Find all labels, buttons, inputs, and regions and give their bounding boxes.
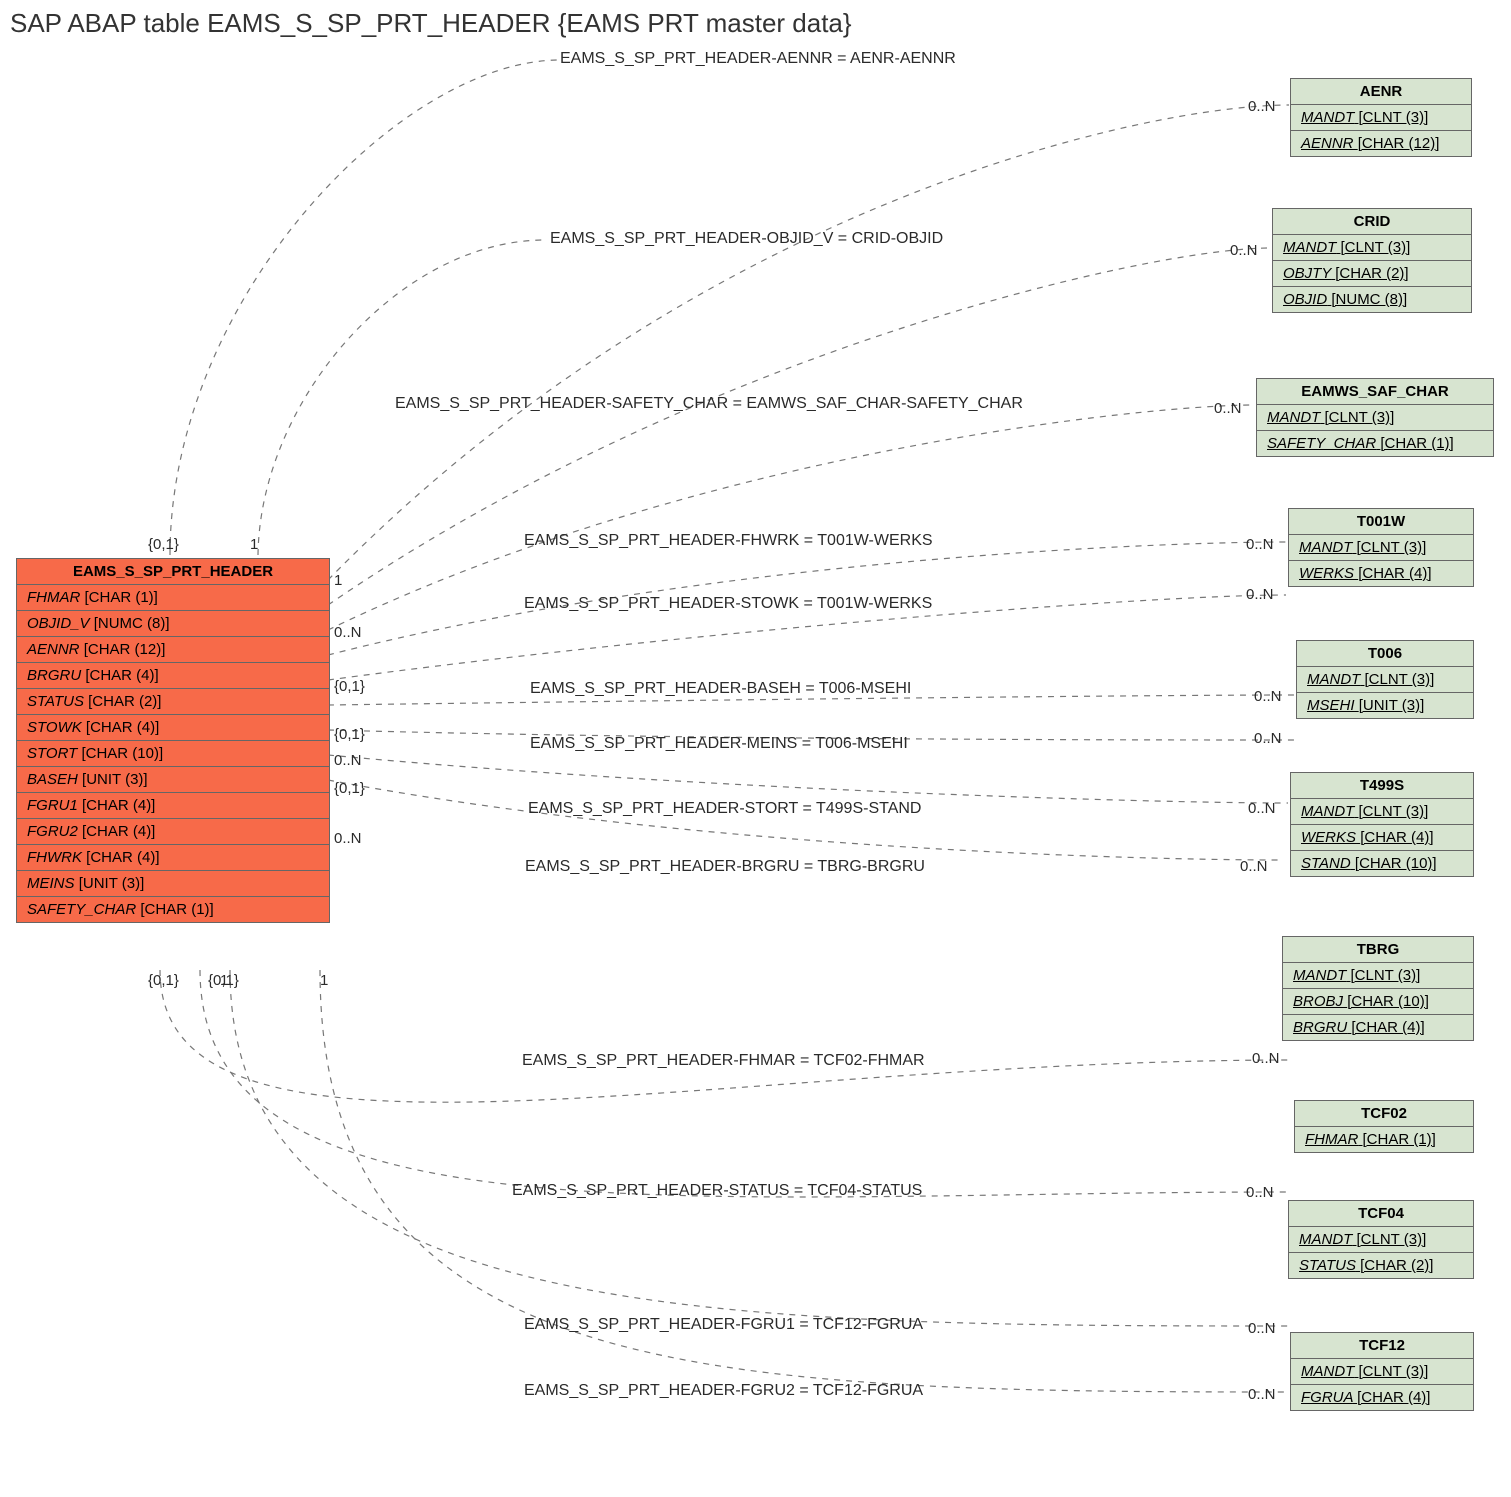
cardinality: 1 — [320, 972, 328, 989]
page-title: SAP ABAP table EAMS_S_SP_PRT_HEADER {EAM… — [10, 8, 852, 39]
table-field: BROBJ [CHAR (10)] — [1283, 989, 1473, 1015]
table-field: AENNR [CHAR (12)] — [1291, 131, 1471, 156]
table-field: MANDT [CLNT (3)] — [1289, 1227, 1473, 1253]
relation-label: EAMS_S_SP_PRT_HEADER-STATUS = TCF04-STAT… — [512, 1182, 922, 1200]
relation-label: EAMS_S_SP_PRT_HEADER-STOWK = T001W-WERKS — [524, 595, 932, 613]
relation-label: EAMS_S_SP_PRT_HEADER-MEINS = T006-MSEHI — [530, 735, 908, 753]
table-field: SAFETY_CHAR [CHAR (1)] — [1257, 431, 1493, 456]
table-field: MEINS [UNIT (3)] — [17, 871, 329, 897]
ref-table-header: TBRG — [1283, 937, 1473, 963]
table-field: FHMAR [CHAR (1)] — [1295, 1127, 1473, 1152]
relation-label: EAMS_S_SP_PRT_HEADER-FGRU2 = TCF12-FGRUA — [524, 1382, 923, 1400]
relation-label: EAMS_S_SP_PRT_HEADER-FGRU1 = TCF12-FGRUA — [524, 1316, 923, 1334]
ref-table-aenr: AENR MANDT [CLNT (3)] AENNR [CHAR (12)] — [1290, 78, 1472, 157]
ref-table-header: TCF04 — [1289, 1201, 1473, 1227]
ref-table-t001w: T001W MANDT [CLNT (3)] WERKS [CHAR (4)] — [1288, 508, 1474, 587]
relation-label: EAMS_S_SP_PRT_HEADER-OBJID_V = CRID-OBJI… — [550, 230, 943, 248]
cardinality: 0..N — [1246, 1184, 1274, 1201]
relation-label: EAMS_S_SP_PRT_HEADER-BRGRU = TBRG-BRGRU — [525, 858, 925, 876]
cardinality: 0..N — [1246, 536, 1274, 553]
relation-label: EAMS_S_SP_PRT_HEADER-BASEH = T006-MSEHI — [530, 680, 911, 698]
table-field: MANDT [CLNT (3)] — [1291, 799, 1473, 825]
relation-label: EAMS_S_SP_PRT_HEADER-FHWRK = T001W-WERKS — [524, 532, 933, 550]
relation-label: EAMS_S_SP_PRT_HEADER-SAFETY_CHAR = EAMWS… — [395, 395, 1023, 413]
cardinality: 0..N — [1248, 1320, 1276, 1337]
ref-table-eamws-saf-char: EAMWS_SAF_CHAR MANDT [CLNT (3)] SAFETY_C… — [1256, 378, 1494, 457]
table-field: STOWK [CHAR (4)] — [17, 715, 329, 741]
cardinality: 0..N — [1254, 688, 1282, 705]
ref-table-header: TCF12 — [1291, 1333, 1473, 1359]
table-field: OBJID [NUMC (8)] — [1273, 287, 1471, 312]
table-field: STORT [CHAR (10)] — [17, 741, 329, 767]
ref-table-tcf02: TCF02 FHMAR [CHAR (1)] — [1294, 1100, 1474, 1153]
table-field: FHWRK [CHAR (4)] — [17, 845, 329, 871]
table-field: MANDT [CLNT (3)] — [1273, 235, 1471, 261]
table-field: FGRUA [CHAR (4)] — [1291, 1385, 1473, 1410]
cardinality: {0,1} — [334, 726, 365, 743]
table-field: MANDT [CLNT (3)] — [1297, 667, 1473, 693]
cardinality: {0,1} — [334, 780, 365, 797]
cardinality: 1 — [220, 972, 228, 989]
cardinality: 0..N — [1248, 98, 1276, 115]
table-field: BRGRU [CHAR (4)] — [17, 663, 329, 689]
ref-table-header: TCF02 — [1295, 1101, 1473, 1127]
ref-table-header: EAMWS_SAF_CHAR — [1257, 379, 1493, 405]
table-field: MANDT [CLNT (3)] — [1291, 105, 1471, 131]
table-field: OBJTY [CHAR (2)] — [1273, 261, 1471, 287]
relation-label: EAMS_S_SP_PRT_HEADER-FHMAR = TCF02-FHMAR — [522, 1052, 925, 1070]
table-field: OBJID_V [NUMC (8)] — [17, 611, 329, 637]
cardinality: {0,1} — [148, 536, 179, 553]
ref-table-crid: CRID MANDT [CLNT (3)] OBJTY [CHAR (2)] O… — [1272, 208, 1472, 313]
table-field: MANDT [CLNT (3)] — [1289, 535, 1473, 561]
table-field: WERKS [CHAR (4)] — [1291, 825, 1473, 851]
table-field: MSEHI [UNIT (3)] — [1297, 693, 1473, 718]
main-table-header: EAMS_S_SP_PRT_HEADER — [17, 559, 329, 585]
cardinality: 0..N — [334, 752, 362, 769]
table-field: STAND [CHAR (10)] — [1291, 851, 1473, 876]
cardinality: 0..N — [334, 624, 362, 641]
cardinality: 0..N — [1254, 730, 1282, 747]
ref-table-header: T001W — [1289, 509, 1473, 535]
table-field: FGRU1 [CHAR (4)] — [17, 793, 329, 819]
ref-table-t006: T006 MANDT [CLNT (3)] MSEHI [UNIT (3)] — [1296, 640, 1474, 719]
cardinality: 0..N — [1240, 858, 1268, 875]
cardinality: {0,1} — [334, 678, 365, 695]
cardinality: 0..N — [334, 830, 362, 847]
cardinality: 0..N — [1246, 586, 1274, 603]
table-field: MANDT [CLNT (3)] — [1283, 963, 1473, 989]
ref-table-tcf04: TCF04 MANDT [CLNT (3)] STATUS [CHAR (2)] — [1288, 1200, 1474, 1279]
table-field: MANDT [CLNT (3)] — [1257, 405, 1493, 431]
table-field: STATUS [CHAR (2)] — [17, 689, 329, 715]
cardinality: 0..N — [1252, 1050, 1280, 1067]
table-field: STATUS [CHAR (2)] — [1289, 1253, 1473, 1278]
table-field: SAFETY_CHAR [CHAR (1)] — [17, 897, 329, 922]
ref-table-t499s: T499S MANDT [CLNT (3)] WERKS [CHAR (4)] … — [1290, 772, 1474, 877]
ref-table-header: AENR — [1291, 79, 1471, 105]
table-field: MANDT [CLNT (3)] — [1291, 1359, 1473, 1385]
cardinality: 0..N — [1230, 242, 1258, 259]
ref-table-header: CRID — [1273, 209, 1471, 235]
cardinality: {0,1} — [148, 972, 179, 989]
cardinality: 0..N — [1248, 800, 1276, 817]
relation-label: EAMS_S_SP_PRT_HEADER-AENNR = AENR-AENNR — [560, 50, 956, 68]
table-field: WERKS [CHAR (4)] — [1289, 561, 1473, 586]
ref-table-header: T499S — [1291, 773, 1473, 799]
ref-table-tbrg: TBRG MANDT [CLNT (3)] BROBJ [CHAR (10)] … — [1282, 936, 1474, 1041]
ref-table-tcf12: TCF12 MANDT [CLNT (3)] FGRUA [CHAR (4)] — [1290, 1332, 1474, 1411]
table-field: FGRU2 [CHAR (4)] — [17, 819, 329, 845]
cardinality: 0..N — [1214, 400, 1242, 417]
main-table: EAMS_S_SP_PRT_HEADER FHMAR [CHAR (1)] OB… — [16, 558, 330, 923]
ref-table-header: T006 — [1297, 641, 1473, 667]
table-field: FHMAR [CHAR (1)] — [17, 585, 329, 611]
cardinality: 0..N — [1248, 1386, 1276, 1403]
table-field: BRGRU [CHAR (4)] — [1283, 1015, 1473, 1040]
cardinality: 1 — [334, 572, 342, 589]
relation-label: EAMS_S_SP_PRT_HEADER-STORT = T499S-STAND — [528, 800, 921, 818]
table-field: BASEH [UNIT (3)] — [17, 767, 329, 793]
table-field: AENNR [CHAR (12)] — [17, 637, 329, 663]
cardinality: 1 — [250, 536, 258, 553]
